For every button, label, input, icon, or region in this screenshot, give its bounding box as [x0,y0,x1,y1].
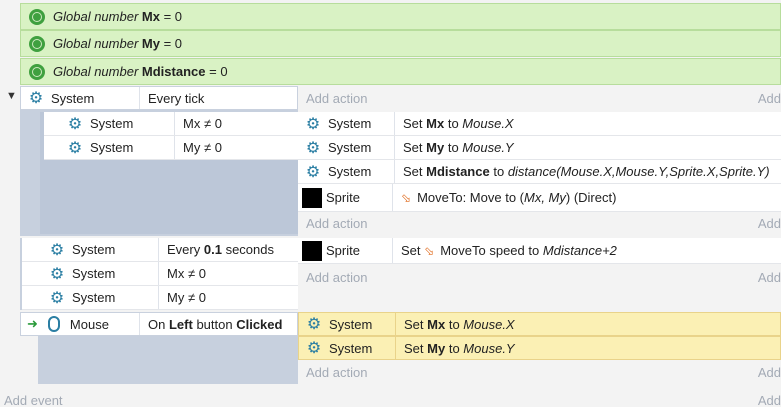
gear-icon: ⚙ [67,139,83,157]
sprite-thumbnail [302,187,322,208]
condition-object: ⚙ System [21,87,140,109]
condition-my[interactable]: ⚙ System My ≠ 0 [44,136,298,160]
action-moveto[interactable]: Sprite ⬂ MoveTo: Move to (Mx, My) (Direct… [298,184,781,212]
action-object: Sprite [298,238,393,263]
add-action-row[interactable]: Add action Add [298,86,781,110]
gear-icon: ⚙ [306,340,322,357]
trigger-arrow-icon: ➜ [27,316,38,331]
action-set-my[interactable]: ⚙ System Set My to Mouse.Y [298,336,781,360]
action-set-mx[interactable]: ⚙ System Set Mx to Mouse.X [298,112,781,136]
moveto-behavior-icon: ⬂ [401,191,412,205]
moveto-behavior-icon: ⬂ [424,244,435,258]
gear-icon: ⚙ [306,316,322,333]
condition-object: ➜ Mouse [21,313,140,335]
action-object: ⚙ System [298,136,395,159]
action-set-my[interactable]: ⚙ System Set My to Mouse.Y [298,136,781,160]
condition-mx[interactable]: ⚙ System Mx ≠ 0 [22,262,298,286]
condition-every-seconds[interactable]: ⚙ System Every 0.1 seconds [22,238,298,262]
action-object: ⚙ System [299,337,396,359]
gear-icon: ⚙ [305,163,321,181]
gear-icon: ⚙ [49,289,65,307]
add-action-row[interactable]: Add action Add [298,265,781,289]
condition-object: ⚙ System [22,238,159,261]
add-action-row[interactable]: Add action Add [298,212,781,234]
action-set-mdistance[interactable]: ⚙ System Set Mdistance to distance(Mouse.… [298,160,781,184]
condition-mouse-click[interactable]: ➜ Mouse On Left button Clicked [20,312,298,336]
condition-my[interactable]: ⚙ System My ≠ 0 [22,286,298,310]
action-set-moveto-speed[interactable]: Sprite Set ⬂ MoveTo speed to Mdistance+2 [298,238,781,264]
global-variable-mdistance[interactable]: Global number Mdistance = 0 [20,58,781,85]
sprite-thumbnail [302,240,322,261]
event-sheet: { "globals": [ {"prefix":"Global number"… [0,0,781,407]
action-set-mx[interactable]: ⚙ System Set Mx to Mouse.X [298,312,781,336]
condition-mx[interactable]: ⚙ System Mx ≠ 0 [44,112,298,136]
gear-icon: ⚙ [305,139,321,157]
add-event-row[interactable]: Add event Add [4,394,781,407]
action-object: ⚙ System [299,313,396,335]
condition-object: ⚙ System [44,136,175,159]
condition-object: ⚙ System [22,262,159,285]
gear-icon: ⚙ [28,90,44,107]
add-action-row[interactable]: Add action Add [298,361,781,383]
action-object: ⚙ System [298,112,395,135]
condition-object: ⚙ System [22,286,159,309]
mouse-icon [47,316,60,332]
global-variable-my[interactable]: Global number My = 0 [20,30,781,57]
action-object: Sprite [298,184,393,211]
gear-icon: ⚙ [67,115,83,133]
condition-object: ⚙ System [44,112,175,135]
global-variable-mx[interactable]: Global number Mx = 0 [20,3,781,30]
action-object: ⚙ System [298,160,395,183]
gear-icon: ⚙ [49,241,65,259]
condition-every-tick[interactable]: ⚙ System Every tick [20,86,298,110]
gear-icon: ⚙ [49,265,65,283]
globe-icon [29,63,45,80]
globe-icon [29,35,45,52]
globe-icon [29,8,45,25]
collapse-toggle-icon[interactable]: ▼ [6,90,17,102]
gear-icon: ⚙ [305,115,321,133]
